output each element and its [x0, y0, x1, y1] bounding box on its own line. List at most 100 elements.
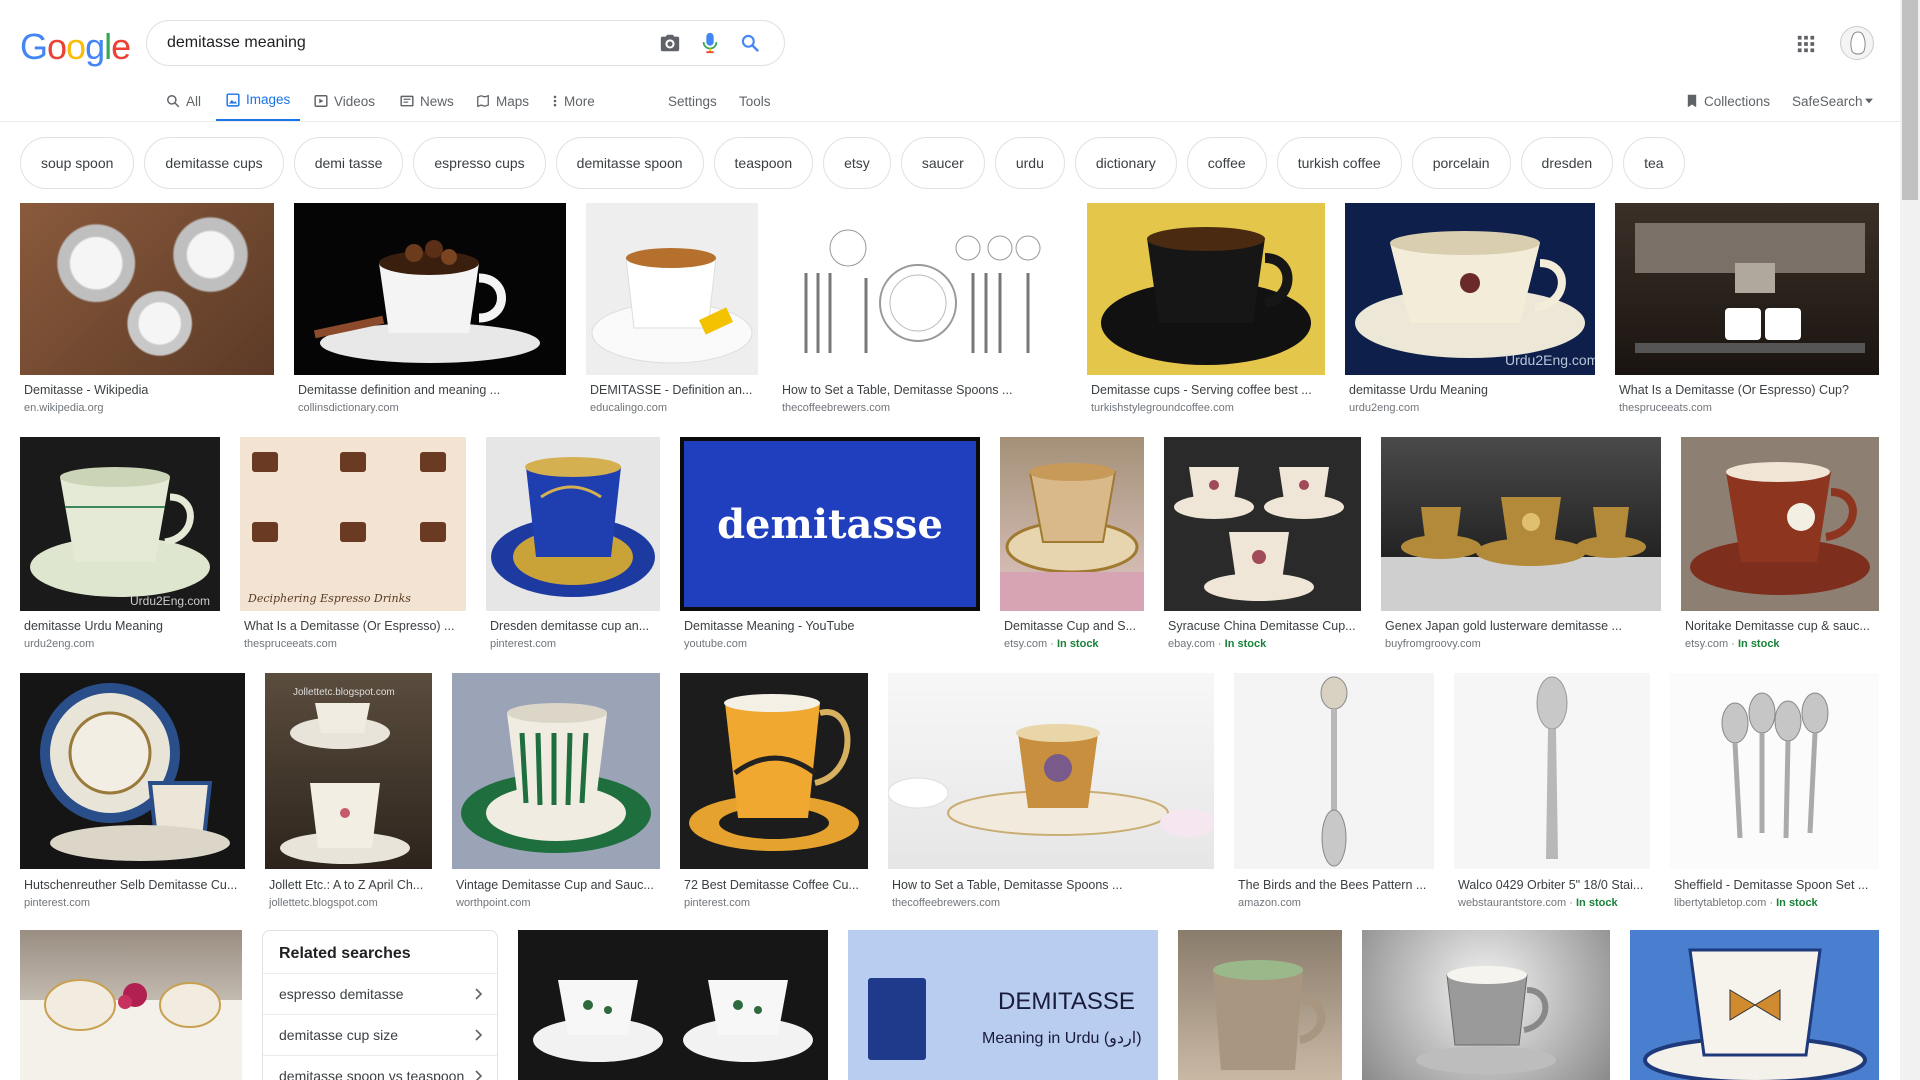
chip-tea[interactable]: tea	[1623, 137, 1685, 189]
chip-espresso-cups[interactable]: espresso cups	[413, 137, 546, 189]
result-title: Demitasse definition and meaning ...	[298, 383, 501, 397]
tab-images-label: Images	[246, 92, 291, 107]
image-result[interactable]: Jollettetc.blogspot.com Jollett Etc.: A …	[265, 673, 432, 913]
result-title: What Is a Demitasse (Or Espresso) ...	[244, 619, 455, 633]
image-result[interactable]: Dresden demitasse cup an... pinterest.co…	[486, 437, 660, 650]
scrollbar-thumb[interactable]	[1902, 0, 1918, 200]
chip-turkish-coffee[interactable]: turkish coffee	[1276, 137, 1402, 189]
image-result[interactable]	[20, 930, 242, 1080]
result-thumbnail	[1670, 673, 1879, 869]
image-result[interactable]: Urdu2Eng.com demitasse Urdu Meaning urdu…	[1345, 203, 1595, 415]
result-source: worthpoint.com	[456, 897, 531, 909]
image-result[interactable]: DEMITASSE Meaning in Urdu (اردو)	[848, 930, 1158, 1080]
chip-etsy[interactable]: etsy	[823, 137, 891, 189]
tab-all[interactable]: All	[166, 80, 201, 122]
tab-tools[interactable]: Tools	[739, 80, 771, 122]
video-banner: demitasse	[684, 441, 976, 607]
image-result[interactable]: Syracuse China Demitasse Cup... ebay.com…	[1164, 437, 1361, 650]
related-item-label: espresso demitasse	[279, 986, 404, 1002]
chevron-right-icon	[475, 988, 483, 1000]
svg-text:Jollettetc.blogspot.com: Jollettetc.blogspot.com	[293, 687, 395, 698]
image-result[interactable]: Walco 0429 Orbiter 5" 18/0 Stai... webst…	[1454, 673, 1650, 913]
image-result[interactable]: Vintage Demitasse Cup and Sauc... worthp…	[452, 673, 660, 913]
result-title: Demitasse - Wikipedia	[24, 383, 149, 397]
result-source: buyfromgroovy.com	[1385, 638, 1481, 650]
image-result[interactable]: The Birds and the Bees Pattern ... amazo…	[1234, 673, 1434, 913]
tab-news[interactable]: News	[400, 80, 454, 122]
tab-more[interactable]: More	[552, 80, 595, 122]
chip-urdu[interactable]: urdu	[994, 137, 1065, 189]
tab-images[interactable]: Images	[216, 80, 301, 122]
image-result[interactable]: How to Set a Table, Demitasse Spoons ...…	[888, 673, 1214, 913]
image-result[interactable]: 72 Best Demitasse Coffee Cu... pinterest…	[680, 673, 868, 913]
result-thumbnail: Deciphering Espresso Drinks	[240, 437, 466, 611]
related-item[interactable]: demitasse cup size	[263, 1014, 497, 1055]
result-thumbnail	[888, 673, 1214, 869]
in-stock-label: In stock	[1576, 897, 1618, 909]
image-result[interactable]: Hutschenreuther Selb Demitasse Cu... pin…	[20, 673, 245, 913]
related-item[interactable]: espresso demitasse	[263, 973, 497, 1014]
image-result[interactable]: Demitasse cups - Serving coffee best ...…	[1087, 203, 1325, 415]
image-result[interactable]: Sheffield - Demitasse Spoon Set ... libe…	[1670, 673, 1879, 913]
result-source: en.wikipedia.org	[24, 402, 104, 414]
account-avatar[interactable]	[1840, 26, 1874, 60]
image-result[interactable]: DEMITASSE - Definition an... educalingo.…	[586, 203, 758, 415]
search-icon[interactable]	[730, 23, 770, 63]
result-source: educalingo.com	[590, 402, 668, 414]
image-result[interactable]: Noritake Demitasse cup & sauc... etsy.co…	[1681, 437, 1879, 650]
image-result[interactable]: Genex Japan gold lusterware demitasse ..…	[1381, 437, 1661, 650]
result-source: libertytabletop.com · In stock	[1674, 897, 1818, 909]
chip-dictionary[interactable]: dictionary	[1074, 137, 1177, 189]
image-result[interactable]	[518, 930, 828, 1080]
image-result[interactable]: How to Set a Table, Demitasse Spoons ...…	[778, 203, 1066, 415]
result-title: Demitasse Meaning - YouTube	[684, 619, 855, 633]
image-result[interactable]: Deciphering Espresso Drinks What Is a De…	[240, 437, 466, 650]
in-stock-label: In stock	[1056, 638, 1099, 650]
infographic-title: Deciphering Espresso Drinks	[247, 592, 411, 605]
result-source: thespruceeats.com	[1619, 402, 1712, 414]
camera-icon[interactable]	[650, 23, 690, 63]
chip-dresden[interactable]: dresden	[1520, 137, 1614, 189]
result-title: How to Set a Table, Demitasse Spoons ...	[782, 383, 1013, 397]
result-title: The Birds and the Bees Pattern ...	[1238, 878, 1427, 892]
image-result[interactable]	[1630, 930, 1879, 1080]
safesearch-label: SafeSearch	[1792, 93, 1863, 109]
image-result[interactable]: Urdu2Eng.com demitasse Urdu Meaning urdu…	[20, 437, 220, 650]
image-result[interactable]: demitasse Demitasse Meaning - YouTube yo…	[680, 437, 980, 650]
bookmark-icon	[1687, 94, 1697, 108]
chip-demitasse-spoon[interactable]: demitasse spoon	[555, 137, 704, 189]
video-icon	[314, 95, 328, 107]
chip-saucer[interactable]: saucer	[900, 137, 985, 189]
safesearch-toggle[interactable]: SafeSearch	[1792, 80, 1873, 122]
chip-soup-spoon[interactable]: soup spoon	[20, 137, 135, 189]
result-thumbnail	[1000, 437, 1144, 611]
result-title: demitasse Urdu Meaning	[24, 619, 163, 633]
result-thumbnail	[1087, 203, 1325, 375]
image-result[interactable]: Demitasse definition and meaning ... col…	[294, 203, 566, 415]
related-item[interactable]: demitasse spoon vs teaspoon	[263, 1055, 497, 1080]
collections-link[interactable]: Collections	[1686, 80, 1770, 122]
chip-demitasse-cups[interactable]: demitasse cups	[144, 137, 284, 189]
result-source: pinterest.com	[490, 638, 557, 650]
image-result[interactable]	[1362, 930, 1610, 1080]
chip-teaspoon[interactable]: teaspoon	[713, 137, 814, 189]
chevron-right-icon	[475, 1029, 483, 1041]
result-thumbnail	[1615, 203, 1879, 375]
result-thumbnail: Urdu2Eng.com	[1345, 203, 1595, 375]
chip-porcelain[interactable]: porcelain	[1411, 137, 1511, 189]
image-result[interactable]: What Is a Demitasse (Or Espresso) Cup? t…	[1615, 203, 1879, 415]
result-source-domain: ebay.com	[1168, 638, 1215, 650]
google-logo[interactable]: Google	[20, 26, 131, 68]
chip-coffee[interactable]: coffee	[1186, 137, 1267, 189]
chip-demi-tasse[interactable]: demi tasse	[293, 137, 404, 189]
search-input[interactable]	[167, 34, 650, 52]
image-result[interactable]	[1178, 930, 1342, 1080]
tab-videos[interactable]: Videos	[314, 80, 375, 122]
tab-maps[interactable]: Maps	[476, 80, 529, 122]
microphone-icon[interactable]	[690, 23, 730, 63]
tab-settings[interactable]: Settings	[668, 80, 717, 122]
image-result[interactable]: Demitasse - Wikipedia en.wikipedia.org	[20, 203, 274, 415]
result-thumbnail	[1630, 930, 1879, 1080]
image-result[interactable]: Demitasse Cup and S... etsy.com · In sto…	[1000, 437, 1144, 650]
apps-grid-icon[interactable]	[1792, 30, 1820, 58]
